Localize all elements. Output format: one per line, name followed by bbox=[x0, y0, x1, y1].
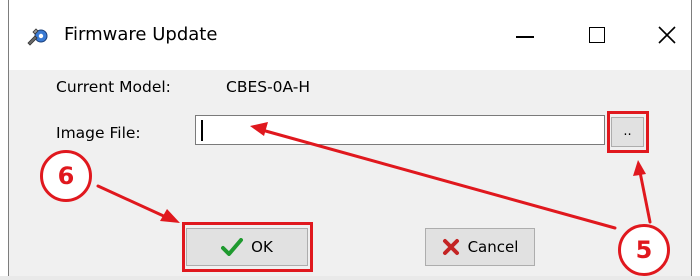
step-5-badge: 5 bbox=[618, 224, 670, 276]
arrowhead-ok bbox=[160, 209, 180, 223]
arrow-5-to-input bbox=[260, 128, 617, 230]
step-6-badge: 6 bbox=[40, 150, 92, 202]
annotation-arrows bbox=[96, 122, 652, 230]
arrowhead-input bbox=[250, 122, 268, 136]
arrowhead-browse bbox=[633, 160, 646, 176]
window-frame-bottom bbox=[0, 276, 700, 280]
arrow-6-to-ok bbox=[96, 184, 170, 220]
arrow-5-to-browse bbox=[638, 170, 652, 224]
